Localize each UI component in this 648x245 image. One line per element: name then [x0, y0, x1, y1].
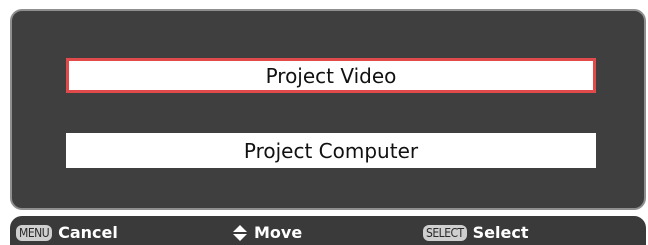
- select-label: Select: [472, 223, 529, 242]
- move-hint: Move: [232, 223, 302, 242]
- move-label: Move: [254, 223, 303, 242]
- project-computer-option[interactable]: Project Computer: [66, 133, 596, 168]
- projector-osd: Project Video Project Computer MENU Canc…: [0, 0, 648, 245]
- menu-panel: Project Video Project Computer: [10, 9, 646, 210]
- cancel-label: Cancel: [58, 223, 118, 242]
- select-key-icon: SELECT: [423, 224, 467, 241]
- project-video-option[interactable]: Project Video: [66, 58, 596, 93]
- up-down-arrow-icon: [232, 224, 248, 241]
- menu-key-icon: MENU: [16, 224, 53, 241]
- select-hint: SELECT Select: [423, 223, 528, 242]
- footer-hint-bar: MENU Cancel Move SELECT Select: [10, 216, 646, 245]
- cancel-hint: MENU Cancel: [16, 223, 118, 242]
